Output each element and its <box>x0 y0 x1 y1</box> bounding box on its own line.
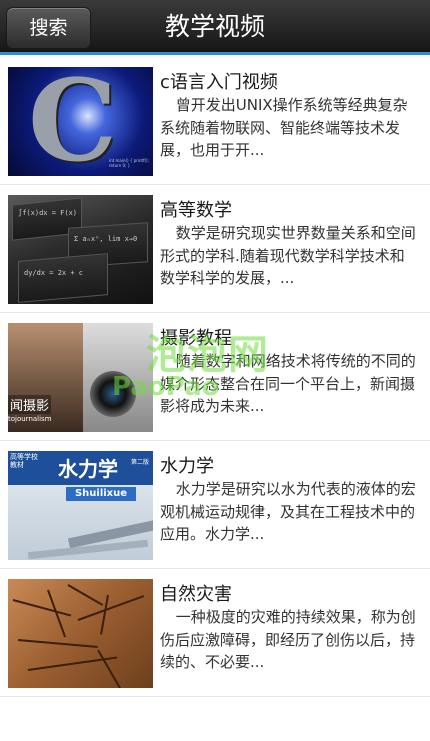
video-list: C int main() { printf(); return 0; } c语言… <box>0 57 430 697</box>
list-item-natural-disaster[interactable]: 自然灾害 一种极度的灾难的持续效果，称为创伤后应激障碍，即经历了创伤以后，持续的… <box>0 569 430 697</box>
crack-line <box>12 599 72 617</box>
item-title: 高等数学 <box>160 200 232 221</box>
item-title: 水力学 <box>160 456 214 477</box>
header-accent-line <box>0 52 430 55</box>
item-description: 水力学是研究以水为代表的液体的宏观机械运动规律，及其在工程技术中的应用。水力学.… <box>160 480 416 543</box>
publisher-label: 高等学校 教材 <box>10 453 38 469</box>
formula-decoration: Σ aₙxⁿ, lim x→0 <box>74 235 138 243</box>
crack-line <box>77 595 145 621</box>
code-text-decoration: int main() { printf(); return 0; } <box>109 158 149 168</box>
formula-decoration: ∫f(x)dx = F(x) <box>18 209 78 217</box>
camera-lens-graphic <box>90 371 136 417</box>
item-description: 曾开发出UNIX操作系统等经典复杂系统随着物联网、智能终端等技术发展，也用于开.… <box>160 96 408 159</box>
formula-decoration: dy/dx = 2x + c <box>24 269 84 277</box>
thumbnail-sublabel: tojournalism <box>8 415 52 423</box>
thumbnail-c-language: C int main() { printf(); return 0; } <box>8 67 153 176</box>
book-pinyin: Shuilixue <box>66 487 136 501</box>
search-button[interactable]: 搜索 <box>6 7 91 49</box>
c-letter-graphic: C <box>28 67 118 176</box>
blackboard-slab <box>18 253 108 303</box>
list-item-c-language[interactable]: C int main() { printf(); return 0; } c语言… <box>0 57 430 185</box>
item-description: 数学是研究现实世界数量关系和空间形式的学科.随着现代数学科学技术和数学科学的发展… <box>160 224 416 287</box>
top-bar: 教学视频 搜索 <box>0 0 430 55</box>
thumbnail-photography: 闻摄影 tojournalism <box>8 323 153 432</box>
item-title: 自然灾害 <box>160 584 232 605</box>
crack-line <box>17 639 98 648</box>
item-title: 摄影教程 <box>160 328 232 349</box>
crack-line <box>67 584 104 606</box>
edition-tag: 第二版 <box>130 459 149 466</box>
list-item-hydraulics[interactable]: 高等学校 教材 水力学 第二版 Shuilixue 水力学 水力学是研究以水为代… <box>0 441 430 569</box>
thumbnail-natural-disaster <box>8 579 153 688</box>
crack-line <box>97 649 122 688</box>
book-title: 水力学 <box>58 457 118 481</box>
thumbnail-advanced-math: ∫f(x)dx = F(x) Σ aₙxⁿ, lim x→0 dy/dx = 2… <box>8 195 153 304</box>
item-description: 随着数字和网络技术将传统的不同的媒介形态整合在同一个平台上，新闻摄影将成为未来.… <box>160 352 416 415</box>
item-title: c语言入门视频 <box>160 72 278 93</box>
list-item-photography[interactable]: 闻摄影 tojournalism 摄影教程 随着数字和网络技术将传统的不同的媒介… <box>0 313 430 441</box>
crack-line <box>100 594 109 635</box>
thumbnail-label: 闻摄影 <box>8 395 52 414</box>
item-description: 一种极度的灾难的持续效果，称为创伤后应激障碍，即经历了创伤以后，持续的、不必要.… <box>160 608 416 671</box>
list-item-advanced-math[interactable]: ∫f(x)dx = F(x) Σ aₙxⁿ, lim x→0 dy/dx = 2… <box>0 185 430 313</box>
thumbnail-hydraulics: 高等学校 教材 水力学 第二版 Shuilixue <box>8 451 153 560</box>
